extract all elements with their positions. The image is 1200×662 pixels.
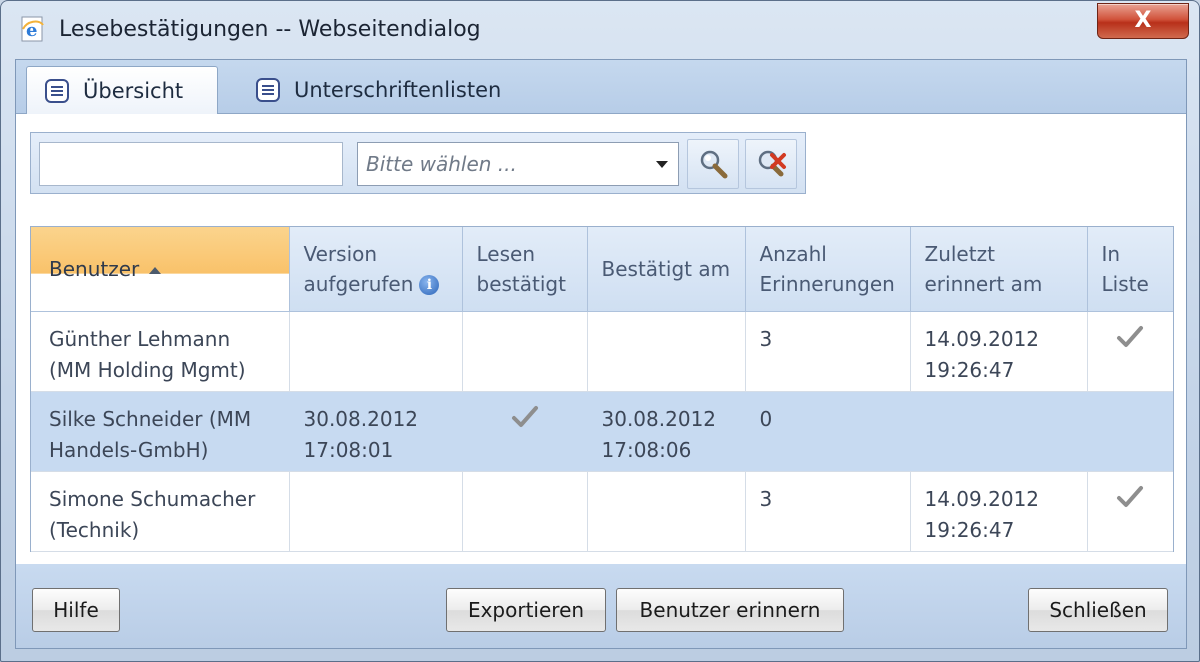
cell-lesen-bestaetigt — [462, 311, 588, 392]
close-button[interactable]: Schließen — [1028, 588, 1168, 632]
cell-bestaetigt-am — [587, 311, 746, 392]
cell-bestaetigt-am — [587, 471, 746, 552]
check-icon — [1117, 325, 1144, 347]
column-header-lesen-bestaetigt[interactable]: Lesen bestätigt — [462, 227, 588, 312]
read-confirmation-table: Benutzer Version aufgerufen i Lesen bestä… — [31, 227, 1173, 552]
ie-page-icon: e — [21, 16, 44, 42]
tab-label: Übersicht — [83, 79, 184, 103]
cell-zuletzt-erinnert-am — [910, 391, 1088, 472]
title-bar: e Lesebestätigungen -- Webseitendialog X — [1, 1, 1200, 59]
read-confirmation-grid: Benutzer Version aufgerufen i Lesen bestä… — [30, 226, 1174, 552]
cell-benutzer: Silke Schneider (MM Handels-GmbH) — [31, 391, 290, 472]
cell-in-liste — [1087, 311, 1173, 392]
filter-toolbar: Bitte wählen ... — [30, 132, 806, 194]
cell-benutzer: Günther Lehmann (MM Holding Mgmt) — [31, 311, 290, 392]
tab-uebersicht[interactable]: Übersicht — [26, 66, 218, 115]
cell-anzahl-erinnerungen: 3 — [745, 471, 911, 552]
cell-version-aufgerufen — [289, 471, 463, 552]
cell-in-liste — [1087, 391, 1173, 472]
tab-unterschriftenlisten[interactable]: Unterschriftenlisten — [238, 66, 538, 114]
cell-bestaetigt-am: 30.08.2012 17:08:06 — [587, 391, 746, 472]
table-header-row: Benutzer Version aufgerufen i Lesen bestä… — [31, 227, 1173, 312]
column-header-version-aufgerufen[interactable]: Version aufgerufen i — [289, 227, 463, 312]
column-header-bestaetigt-am[interactable]: Bestätigt am — [587, 227, 746, 312]
dialog-client: Übersicht Unterschriftenlisten Bitte wäh… — [15, 59, 1187, 649]
cell-zuletzt-erinnert-am: 14.09.2012 19:26:47 — [910, 471, 1088, 552]
help-button[interactable]: Hilfe — [32, 588, 120, 632]
info-icon[interactable]: i — [419, 275, 440, 296]
list-icon — [45, 79, 69, 103]
search-button[interactable] — [687, 139, 739, 189]
cell-version-aufgerufen: 30.08.2012 17:08:01 — [289, 391, 463, 472]
export-button[interactable]: Exportieren — [446, 588, 606, 632]
sort-ascending-icon — [149, 266, 162, 274]
table-row[interactable]: Simone Schumacher (Technik) 3 14.09.2012… — [31, 471, 1173, 552]
cell-lesen-bestaetigt — [462, 391, 588, 472]
chevron-down-icon — [656, 161, 668, 168]
search-input[interactable] — [39, 142, 343, 186]
search-icon — [700, 150, 728, 179]
dialog-window: e Lesebestätigungen -- Webseitendialog X… — [0, 0, 1200, 662]
window-title: Lesebestätigungen -- Webseitendialog — [59, 17, 481, 42]
column-header-anzahl-erinnerungen[interactable]: Anzahl Erinnerungen — [745, 227, 911, 312]
cell-anzahl-erinnerungen: 0 — [745, 391, 911, 472]
dialog-footer: Hilfe Exportieren Benutzer erinnern Schl… — [16, 564, 1186, 648]
cell-anzahl-erinnerungen: 3 — [745, 311, 911, 392]
list-icon — [256, 78, 280, 102]
cell-in-liste — [1087, 471, 1173, 552]
check-icon — [511, 405, 538, 427]
column-header-benutzer[interactable]: Benutzer — [31, 227, 290, 312]
cell-lesen-bestaetigt — [462, 471, 588, 552]
remind-users-button[interactable]: Benutzer erinnern — [616, 588, 844, 632]
check-icon — [1117, 485, 1144, 507]
column-header-zuletzt-erinnert-am[interactable]: Zuletzt erinnert am — [910, 227, 1088, 312]
tab-label: Unterschriftenlisten — [294, 78, 502, 102]
tab-bar: Übersicht Unterschriftenlisten — [16, 60, 1186, 115]
table-row[interactable]: Silke Schneider (MM Handels-GmbH) 30.08.… — [31, 391, 1173, 472]
overview-panel: Bitte wählen ... Benutzer Version aufger… — [16, 114, 1186, 564]
window-close-button[interactable]: X — [1097, 3, 1189, 39]
cell-version-aufgerufen — [289, 311, 463, 392]
cell-benutzer: Simone Schumacher (Technik) — [31, 471, 290, 552]
filter-select[interactable]: Bitte wählen ... — [357, 142, 679, 186]
column-header-in-liste[interactable]: In Liste — [1087, 227, 1173, 312]
cell-zuletzt-erinnert-am: 14.09.2012 19:26:47 — [910, 311, 1088, 392]
table-row[interactable]: Günther Lehmann (MM Holding Mgmt) 3 14.0… — [31, 311, 1173, 392]
clear-search-icon — [758, 150, 786, 177]
clear-search-button[interactable] — [745, 139, 797, 189]
select-value: Bitte wählen ... — [366, 152, 517, 176]
